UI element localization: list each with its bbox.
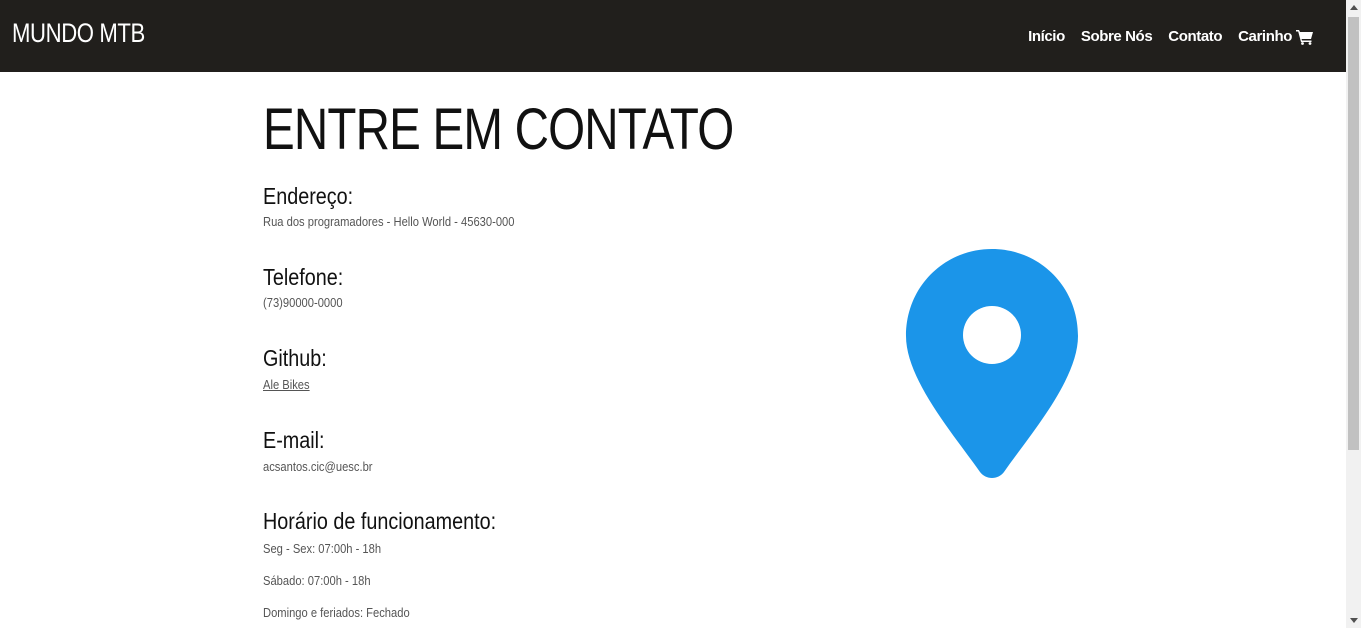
hours-saturday: Sábado: 07:00h - 18h (263, 573, 371, 588)
hours-sunday: Domingo e feriados: Fechado (263, 605, 410, 620)
github-heading: Github: (263, 345, 327, 371)
nav-link-contato[interactable]: Contato (1160, 26, 1230, 48)
github-line: Ale Bikes (263, 376, 327, 394)
nav-link-sobre-nos[interactable]: Sobre Nós (1073, 26, 1160, 48)
hours-heading: Horário de funcionamento: (263, 508, 497, 534)
map-pin-icon (906, 249, 1078, 478)
page-title: ENTRE EM CONTATO (263, 97, 734, 162)
address-section: Endereço: Rua dos programadores - Hello … (263, 182, 555, 231)
nav-link-carinho-label: Carinho (1238, 28, 1292, 45)
email-section: E-mail: acsantos.cic@uesc.br (263, 426, 390, 476)
github-section: Github: Ale Bikes (263, 344, 337, 394)
scroll-up-arrow-icon[interactable] (1346, 0, 1361, 15)
navbar: MUNDO MTB Início Sobre Nós Contato Carin… (0, 0, 1346, 72)
nav-link-carinho[interactable]: Carinho (1230, 26, 1322, 48)
nav-link-inicio[interactable]: Início (1020, 26, 1073, 48)
hours-weekdays: Seg - Sex: 07:00h - 18h (263, 541, 382, 556)
brand-logo[interactable]: MUNDO MTB (12, 16, 145, 50)
hours-section: Horário de funcionamento: Seg - Sex: 07:… (263, 507, 534, 622)
phone-value: (73)90000-0000 (263, 295, 343, 310)
cart-icon (1296, 30, 1313, 45)
nav-links: Início Sobre Nós Contato Carinho (1020, 26, 1322, 48)
email-value: acsantos.cic@uesc.br (263, 459, 373, 474)
phone-section: Telefone: (73)90000-0000 (263, 263, 356, 312)
phone-heading: Telefone: (263, 264, 344, 290)
scroll-down-arrow-icon[interactable] (1346, 613, 1361, 628)
email-heading: E-mail: (263, 427, 325, 453)
vertical-scrollbar[interactable] (1346, 0, 1361, 628)
address-value: Rua dos programadores - Hello World - 45… (263, 214, 515, 229)
github-link[interactable]: Ale Bikes (263, 377, 310, 392)
scrollbar-thumb[interactable] (1348, 17, 1359, 450)
address-heading: Endereço: (263, 183, 354, 209)
